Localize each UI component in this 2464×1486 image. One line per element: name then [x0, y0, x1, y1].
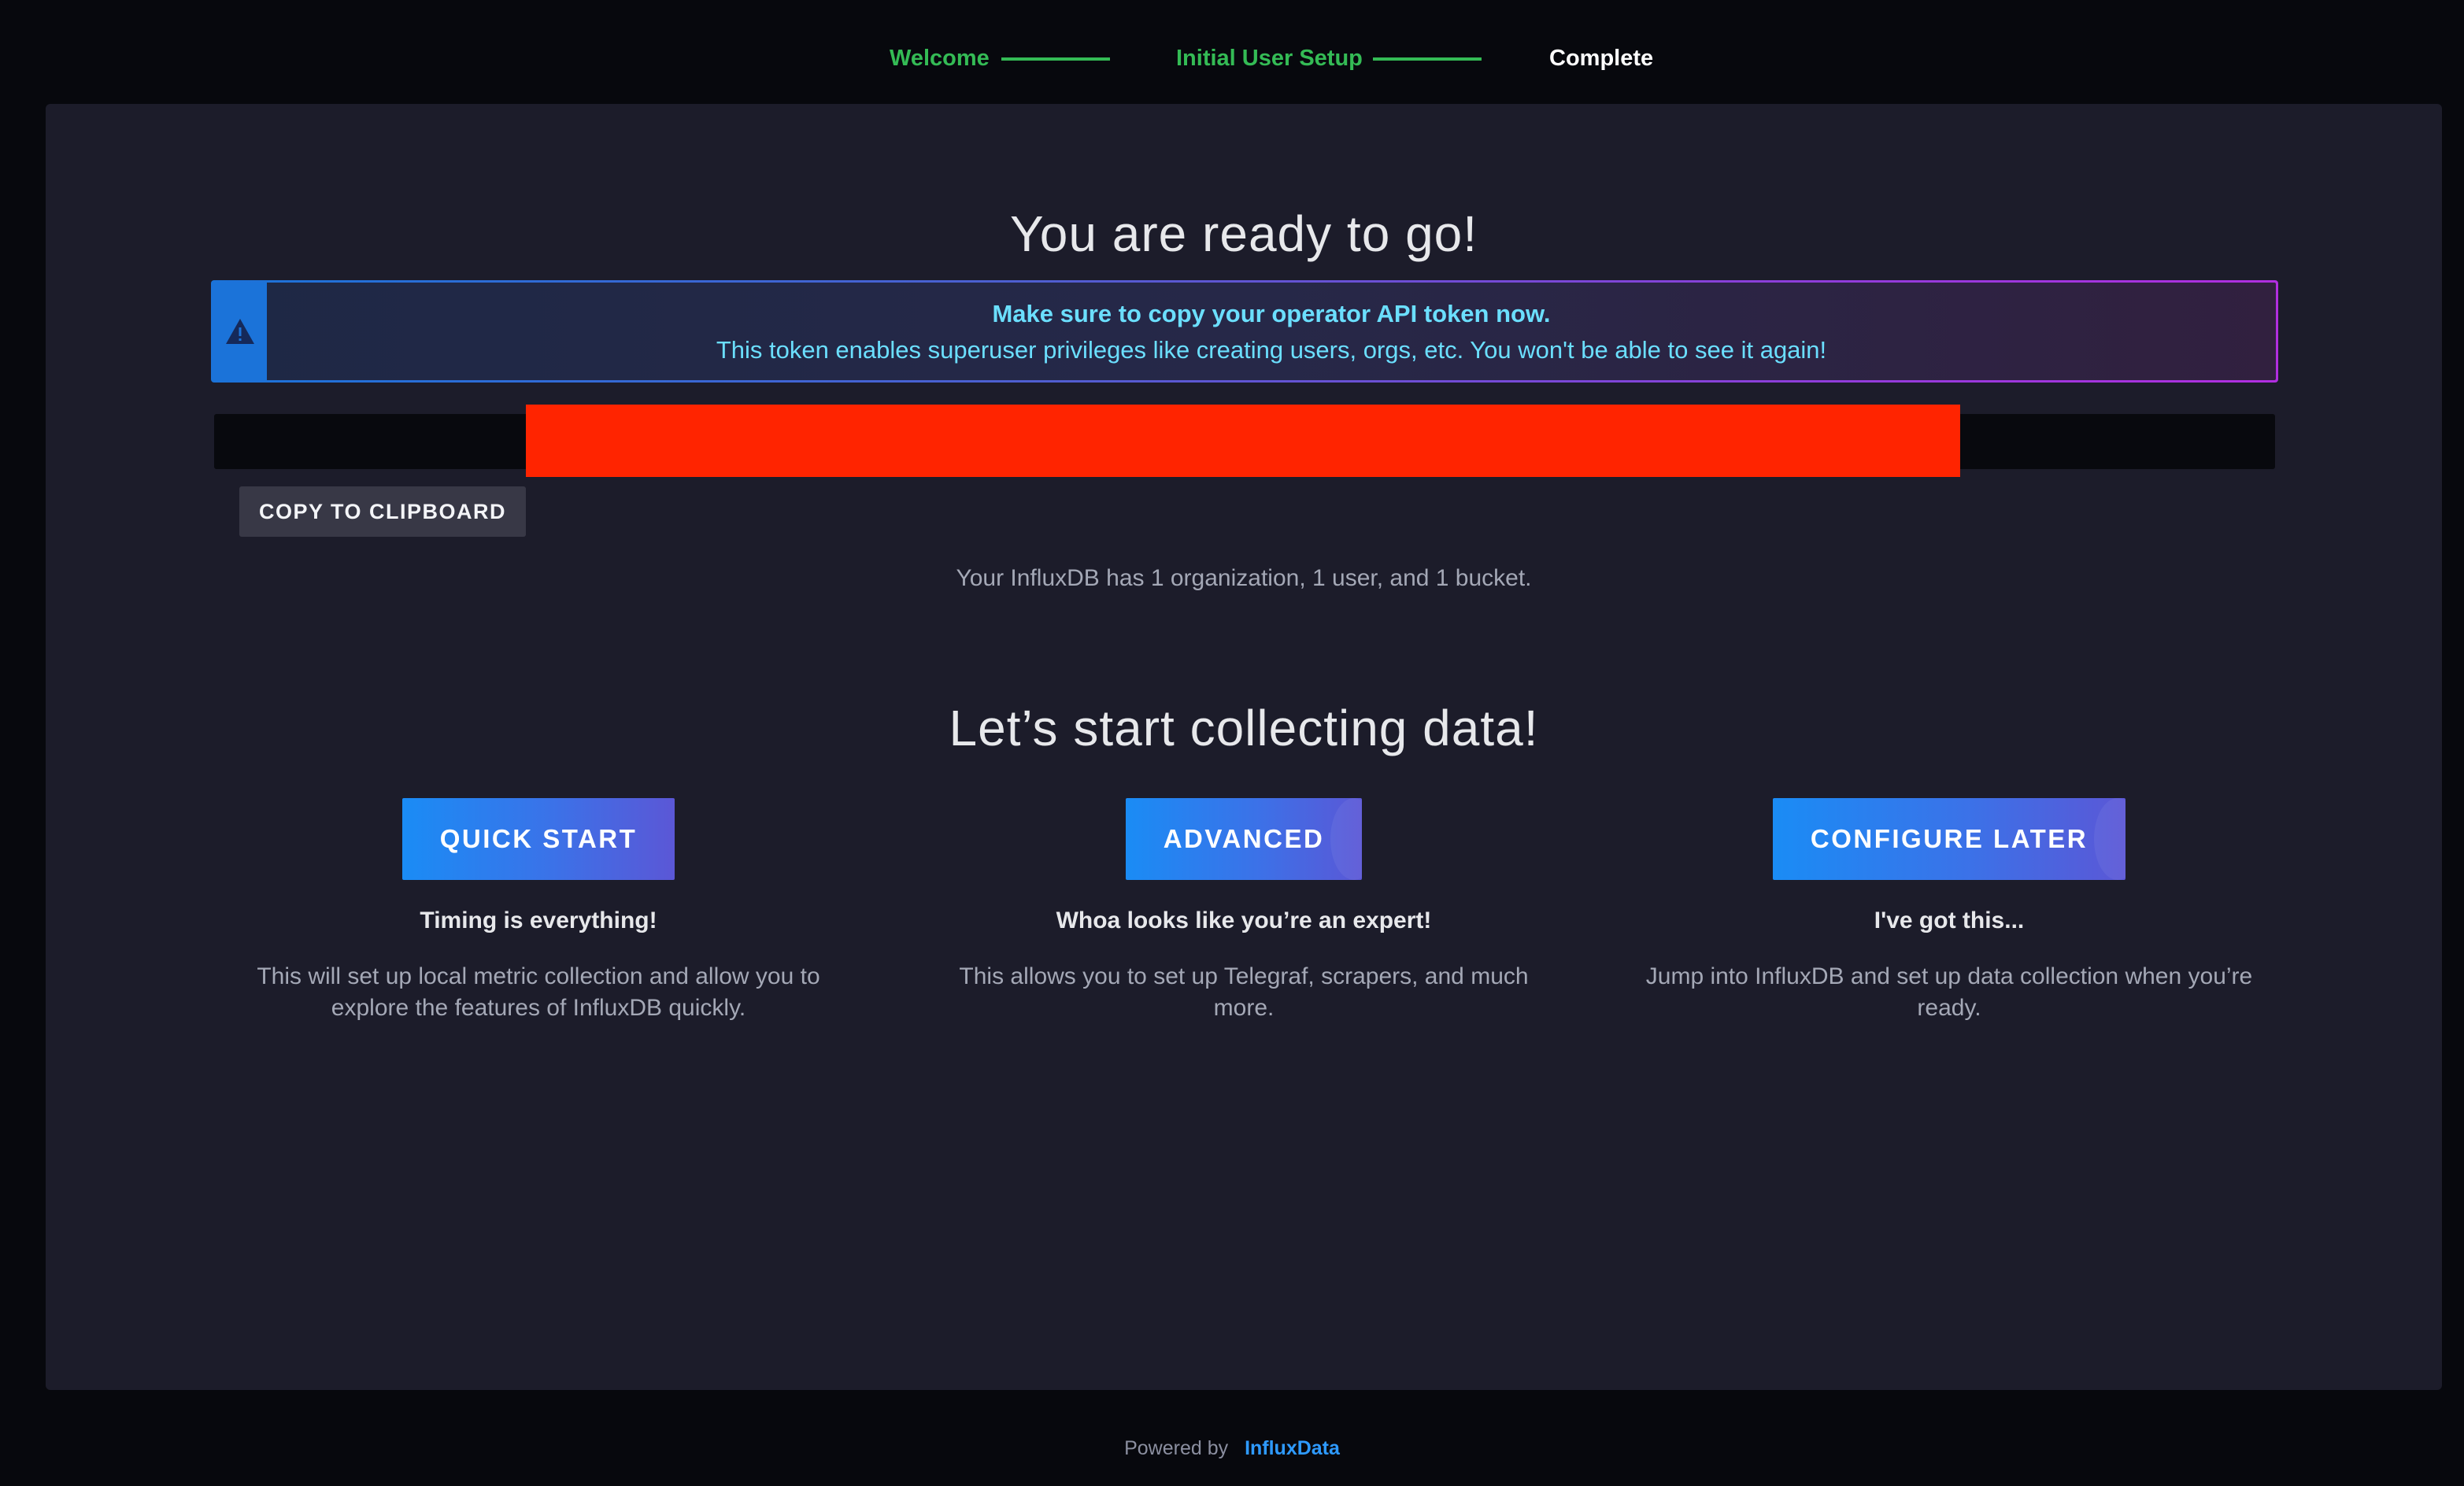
collect-heading: Let’s start collecting data! [949, 700, 1539, 756]
powered-by-label: Powered by [1124, 1437, 1229, 1459]
option-title: I've got this... [1874, 907, 2025, 933]
step-welcome[interactable]: Welcome [890, 41, 990, 76]
option-description: This allows you to set up Telegraf, scra… [959, 963, 1529, 1021]
configure-later-button[interactable]: CONFIGURE LATER [1772, 798, 2126, 880]
page-title: You are ready to go! [1009, 205, 1478, 262]
token-redaction [526, 405, 1960, 477]
option-title: Timing is everything! [420, 907, 657, 933]
advanced-label: ADVANCED [1163, 824, 1325, 853]
alert-icon-block [213, 283, 267, 380]
alert-message: This token enables superuser privileges … [716, 336, 1827, 364]
copy-to-clipboard-button[interactable]: COPY TO CLIPBOARD [239, 486, 526, 537]
option-description: Jump into InfluxDB and set up data colle… [1645, 963, 2253, 1021]
configure-later-label: CONFIGURE LATER [1810, 824, 2088, 853]
quick-start-label: QUICK START [439, 824, 638, 853]
option-title: Whoa looks like you’re an expert! [1056, 907, 1432, 933]
step-initial-user-setup[interactable]: Initial User Setup [1176, 41, 1363, 76]
alert-body-container: Make sure to copy your operator API toke… [213, 283, 2276, 380]
onboarding-steps: Welcome Initial User Setup Complete [0, 41, 2464, 76]
option-configure-later: CONFIGURE LATER I've got this... Jump in… [1634, 798, 2264, 1024]
instance-summary: Your InfluxDB has 1 organization, 1 user… [956, 565, 1532, 591]
token-warning-alert: Make sure to copy your operator API toke… [211, 280, 2278, 383]
option-advanced: ADVANCED Whoa looks like you’re an exper… [929, 798, 1559, 1024]
step-connector [1373, 57, 1482, 61]
advanced-button[interactable]: ADVANCED [1125, 798, 1363, 880]
footer: Powered by InfluxData [0, 1437, 2464, 1460]
button-shine [2094, 798, 2126, 880]
completion-panel: You are ready to go! Make sure to copy y… [46, 104, 2442, 1390]
quick-start-button[interactable]: QUICK START [401, 798, 675, 880]
option-description: This will set up local metric collection… [257, 963, 820, 1021]
alert-title: Make sure to copy your operator API toke… [992, 300, 1551, 327]
option-quick-start: QUICK START Timing is everything! This w… [224, 798, 853, 1024]
button-shine [1330, 798, 1363, 880]
influxdata-link[interactable]: InfluxData [1245, 1437, 1340, 1459]
step-complete: Complete [1549, 46, 1654, 71]
step-connector [1001, 57, 1110, 61]
